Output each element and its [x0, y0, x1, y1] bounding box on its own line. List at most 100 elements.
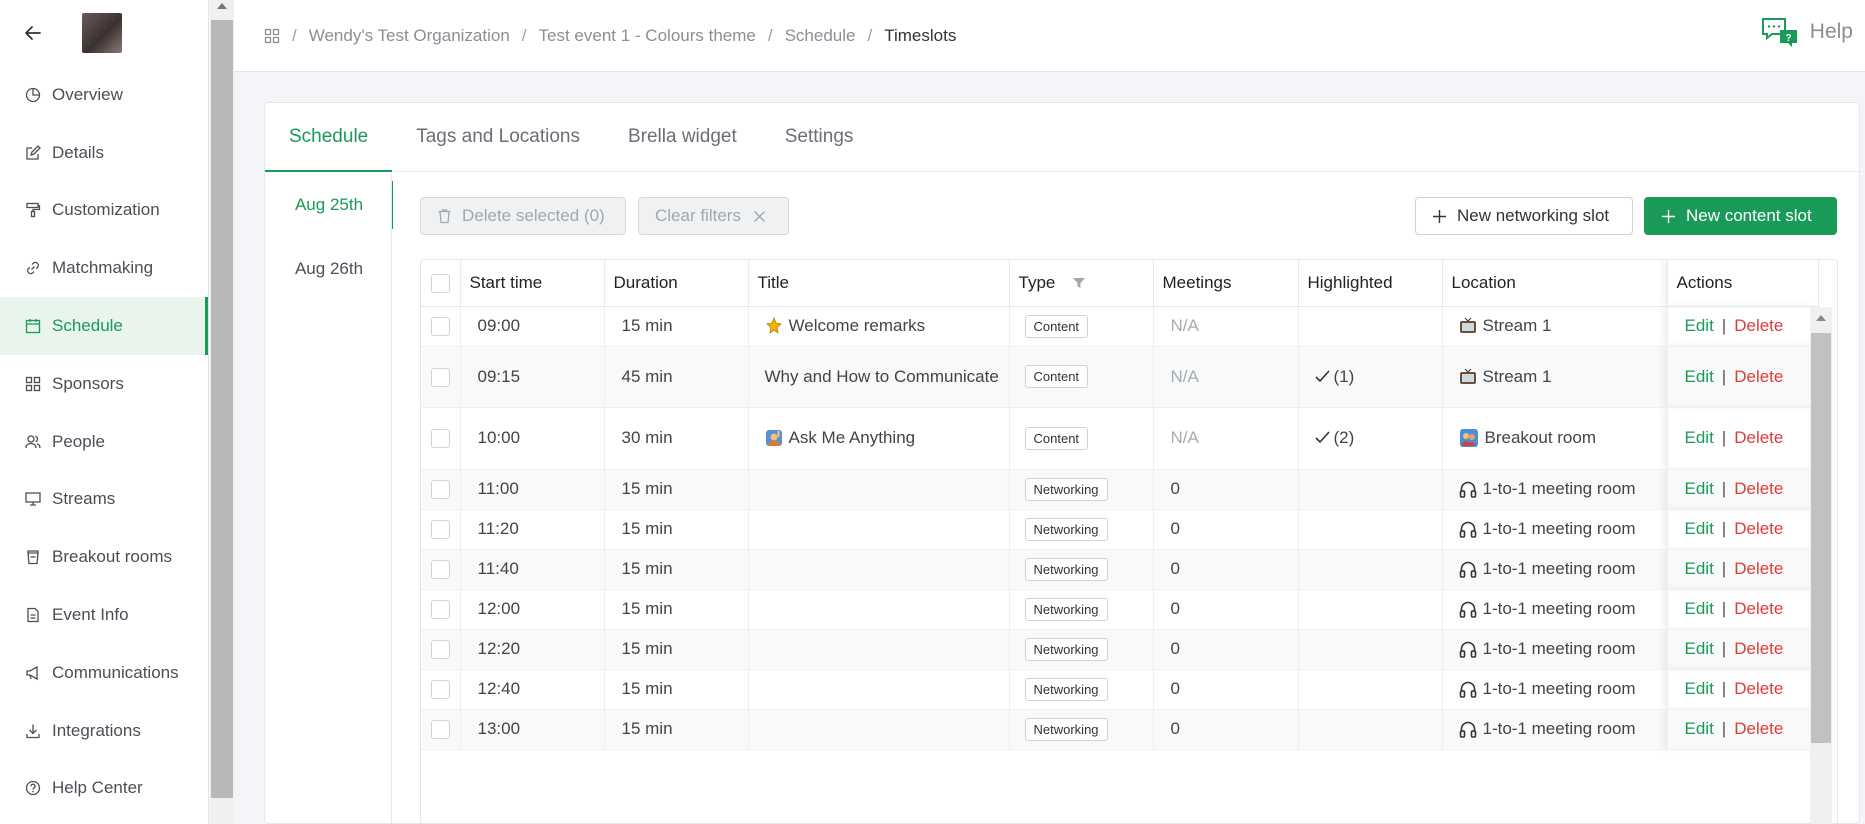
row-checkbox[interactable]	[430, 600, 450, 619]
row-checkbox[interactable]	[430, 317, 450, 336]
headphones-icon	[1459, 720, 1477, 738]
edit-icon	[24, 144, 42, 162]
col-highlighted[interactable]: Highlighted	[1298, 260, 1443, 307]
table-row[interactable]: 13:00 15 min Networking 0 1-to-1 meeting roo…	[421, 709, 1819, 750]
delete-link[interactable]: Delete	[1734, 428, 1783, 447]
delete-link[interactable]: Delete	[1734, 559, 1783, 578]
tab-tags-and-locations[interactable]: Tags and Locations	[392, 102, 604, 171]
actions-cell: Edit | Delete	[1667, 709, 1819, 750]
row-checkbox[interactable]	[430, 640, 450, 659]
table-row[interactable]: 09:00 15 min Welcome remarks Content N/A Stre…	[421, 306, 1819, 347]
edit-link[interactable]: Edit	[1685, 428, 1714, 447]
edit-link[interactable]: Edit	[1685, 639, 1714, 658]
delete-link[interactable]: Delete	[1734, 639, 1783, 658]
table-scrollbar-thumb[interactable]	[1811, 333, 1831, 743]
new-content-slot-button[interactable]: New content slot	[1644, 197, 1837, 235]
table-row[interactable]: 09:15 45 min Why and How to Communicate Con…	[421, 346, 1819, 408]
highlighted-cell	[1298, 629, 1443, 670]
delete-link[interactable]: Delete	[1734, 719, 1783, 738]
sidebar-item-customization[interactable]: Customization	[0, 182, 208, 240]
sidebar-item-streams[interactable]: Streams	[0, 471, 208, 529]
delete-link[interactable]: Delete	[1734, 479, 1783, 498]
sidebar-item-communications[interactable]: Communications	[0, 644, 208, 702]
breadcrumb-organization[interactable]: Wendy's Test Organization	[309, 26, 510, 46]
delete-link[interactable]: Delete	[1734, 519, 1783, 538]
edit-link[interactable]: Edit	[1685, 679, 1714, 698]
delete-link[interactable]: Delete	[1734, 679, 1783, 698]
tab-brella-widget[interactable]: Brella widget	[604, 102, 761, 171]
row-checkbox[interactable]	[430, 680, 450, 699]
delete-link[interactable]: Delete	[1734, 316, 1783, 335]
start-time-cell: 09:15	[460, 346, 605, 408]
tab-settings[interactable]: Settings	[761, 102, 878, 171]
row-checkbox[interactable]	[430, 429, 450, 448]
new-networking-slot-button[interactable]: New networking slot	[1415, 197, 1633, 235]
sidebar-item-details[interactable]: Details	[0, 124, 208, 182]
breadcrumb-event[interactable]: Test event 1 - Colours theme	[539, 26, 756, 46]
help-label: Help	[1809, 20, 1853, 43]
grid-icon[interactable]	[264, 28, 280, 44]
sidebar-item-event-info[interactable]: Event Info	[0, 586, 208, 644]
close-icon	[753, 210, 766, 223]
sidebar-item-schedule[interactable]: Schedule	[0, 297, 208, 355]
sidebar-item-breakout-rooms[interactable]: Breakout rooms	[0, 528, 208, 586]
col-location[interactable]: Location	[1442, 260, 1668, 307]
headphones-icon	[1459, 480, 1477, 498]
actions-cell: Edit | Delete	[1667, 306, 1819, 347]
clear-filters-button[interactable]: Clear filters	[638, 197, 789, 235]
delete-link[interactable]: Delete	[1734, 367, 1783, 386]
col-duration[interactable]: Duration	[604, 260, 749, 307]
table-row[interactable]: 12:40 15 min Networking 0 1-to-1 meeting roo…	[421, 669, 1819, 710]
edit-link[interactable]: Edit	[1685, 559, 1714, 578]
sidebar-item-label: Integrations	[52, 720, 141, 740]
row-checkbox[interactable]	[430, 367, 450, 387]
edit-link[interactable]: Edit	[1685, 719, 1714, 738]
row-checkbox[interactable]	[430, 480, 450, 499]
scroll-up-arrow-icon[interactable]	[217, 3, 227, 9]
date-item[interactable]: Aug 25th	[265, 173, 393, 237]
col-title[interactable]: Title	[748, 260, 1010, 307]
sidebar-item-people[interactable]: People	[0, 413, 208, 471]
sidebar-item-help-center[interactable]: Help Center	[0, 760, 208, 818]
sidebar-item-integrations[interactable]: Integrations	[0, 702, 208, 760]
edit-link[interactable]: Edit	[1685, 599, 1714, 618]
row-checkbox[interactable]	[430, 720, 450, 739]
edit-link[interactable]: Edit	[1685, 479, 1714, 498]
edit-link[interactable]: Edit	[1685, 367, 1714, 386]
col-start-time[interactable]: Start time	[460, 260, 605, 307]
table-row[interactable]: 12:20 15 min Networking 0 1-to-1 meeting roo…	[421, 629, 1819, 670]
edit-link[interactable]: Edit	[1685, 519, 1714, 538]
col-meetings[interactable]: Meetings	[1153, 260, 1299, 307]
row-checkbox[interactable]	[430, 560, 450, 579]
sidebar-item-matchmaking[interactable]: Matchmaking	[0, 239, 208, 297]
title-cell: Ask Me Anything	[748, 407, 1010, 470]
sidebar-item-sponsors[interactable]: Sponsors	[0, 355, 208, 413]
table-row[interactable]: 12:00 15 min Networking 0 1-to-1 meeting roo…	[421, 589, 1819, 630]
date-item[interactable]: Aug 26th	[265, 237, 393, 301]
sidebar-scrollbar[interactable]	[210, 0, 234, 824]
arrow-left-icon[interactable]	[22, 22, 44, 44]
table-row[interactable]: 10:00 30 min Ask Me Anything Content N/A (2) B…	[421, 407, 1819, 470]
highlighted-cell	[1298, 589, 1443, 630]
table-scrollbar[interactable]	[1810, 307, 1832, 824]
table-row[interactable]: 11:20 15 min Networking 0 1-to-1 meeting roo…	[421, 509, 1819, 550]
tab-schedule[interactable]: Schedule	[265, 102, 393, 172]
start-time-cell: 09:00	[460, 306, 605, 347]
col-type: Type	[1009, 260, 1154, 307]
check-icon	[1314, 431, 1330, 444]
delete-selected-button[interactable]: Delete selected (0)	[420, 197, 626, 235]
select-all-checkbox[interactable]	[430, 273, 450, 293]
row-checkbox[interactable]	[430, 520, 450, 539]
help-button[interactable]: ? Help	[1760, 16, 1853, 48]
table-row[interactable]: 11:40 15 min Networking 0 1-to-1 meeting roo…	[421, 549, 1819, 590]
sidebar-item-overview[interactable]: Overview	[0, 66, 208, 124]
megaphone-icon	[24, 664, 42, 682]
scroll-up-arrow-icon[interactable]	[1816, 315, 1826, 321]
breadcrumb-separator: /	[867, 25, 873, 45]
table-row[interactable]: 11:00 15 min Networking 0 1-to-1 meeting roo…	[421, 469, 1819, 510]
breadcrumb-schedule[interactable]: Schedule	[785, 26, 856, 46]
filter-icon[interactable]	[1072, 277, 1086, 289]
delete-link[interactable]: Delete	[1734, 599, 1783, 618]
edit-link[interactable]: Edit	[1685, 316, 1714, 335]
sidebar-scrollbar-thumb[interactable]	[211, 20, 233, 798]
